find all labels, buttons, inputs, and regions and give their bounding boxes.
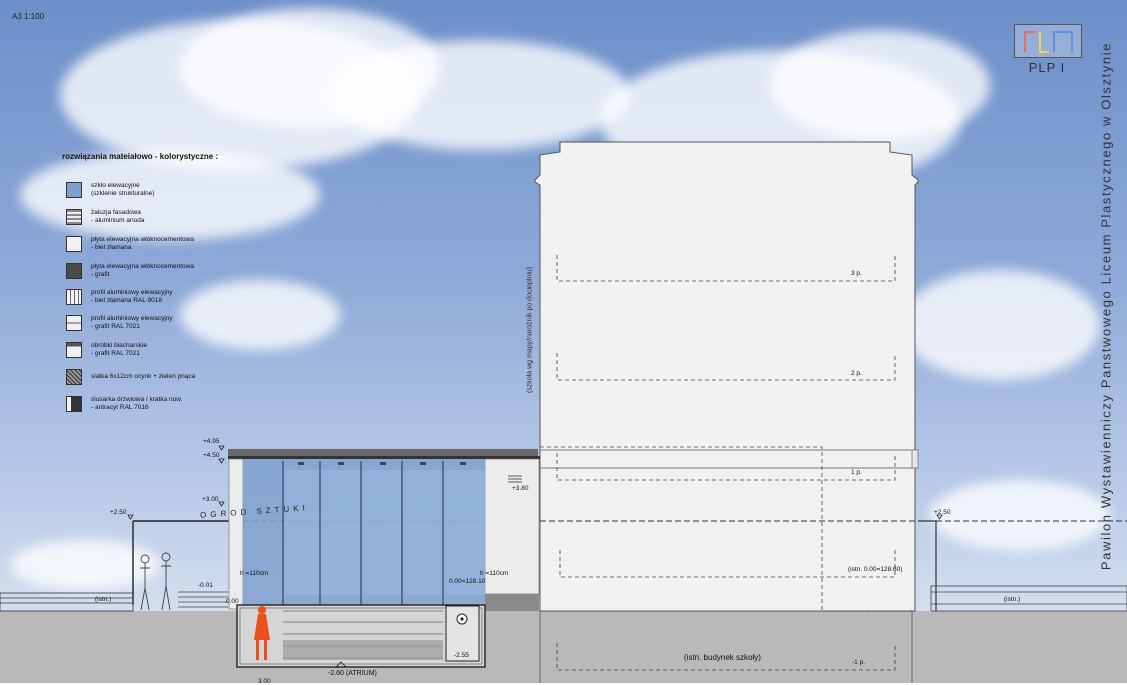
outdoor-steps [178,591,228,608]
pavilion-left-wall [228,458,244,610]
legend-item-label: profil aluminiowy elewacyjny - biel złam… [91,289,173,304]
project-title: Pawilon Wystawienniczy Panstwowego Liceu… [1098,41,1114,571]
logo-text: PLP I [1028,60,1066,75]
level-label: -2.55 [454,652,469,659]
level-label: -0.01 [198,582,213,589]
legend-item-label: obróbki blacharskie - grafit RAL 7021 [91,342,148,357]
legend-item: płyta elewacyjna włóknocementowa - grafi… [66,263,266,285]
white-panel-swatch-icon [66,236,82,252]
legend-item-label: ślusarka drzwiowa / kratka nuw. - antrac… [91,396,183,411]
level-label: (istn. 0.00=128.60) [848,566,903,573]
legend-item: profil aluminiowy elewacyjny - biel złam… [66,289,266,311]
people-silhouettes [140,552,171,611]
legend-item: obróbki blacharskie - grafit RAL 7021 [66,342,266,364]
pavilion-roof [228,449,538,456]
scale-label: A3 1:100 [12,12,45,21]
vertical-note: (szkoła wg mapy/narożnik po docieplniu) [526,266,534,394]
legend-item-label: szkło elewacyjne (szklenie strukturalne) [91,182,155,197]
existing-label: (istn.) [1004,596,1021,603]
existing-label: (istn.) [95,596,112,603]
height-label: h =110cm [240,570,269,577]
legend-item: profil aluminiowy elewacyjny - grafit RA… [66,315,266,337]
flashing-swatch-icon [66,342,82,358]
graphite-panel-swatch-icon [66,263,82,279]
height-label: h =110cm [480,570,509,577]
level-label: 0.00=128.10 [449,578,486,585]
floor-label: 3 p. [851,270,862,277]
level-label: 0.00 [226,598,239,605]
glass-swatch-icon [66,182,82,198]
level-label: 3.00 [258,678,271,685]
legend-item-label: żaluzja fasadowa - aluminium anoda [91,209,145,224]
legend-item-label: profil aluminiowy elewacyjny - grafit RA… [91,315,173,330]
level-label: +3.00 [202,496,219,503]
legend-item: ślusarka drzwiowa / kratka nuw. - antrac… [66,396,266,418]
logo-frame [1014,24,1082,58]
graphite-profile-swatch-icon [66,315,82,331]
legend-item-label: płyta elewacyjna włóknocementowa - grafi… [91,263,194,278]
louvre-swatch-icon [66,209,82,225]
legend-title: rozwiązania mateiałowo - kolorystyczne : [62,152,219,161]
legend-item-label: płyta elewacyjna włóknocementowa - biel … [91,236,194,251]
level-label: -2.60 (ATRIUM) [328,670,377,677]
white-profile-swatch-icon [66,289,82,305]
legend-item: płyta elewacyjna włóknocementowa - biel … [66,236,266,258]
level-label: +4.50 [203,452,220,459]
door-swatch-icon [66,396,82,412]
legend-item: szkło elewacyjne (szklenie strukturalne) [66,182,266,204]
legend-item-label: siatka 6x12cm ocynk + zieleń pnąca [91,373,196,380]
level-label: +4.95 [203,438,220,445]
floor-label: 2 p. [851,370,862,377]
legend-item: siatka 6x12cm ocynk + zieleń pnąca [66,369,266,391]
legend-item: żaluzja fasadowa - aluminium anoda [66,209,266,231]
mesh-swatch-icon [66,369,82,385]
floor-label: 1 p. [851,469,862,476]
level-label: +2.50 [934,509,951,516]
floor-label: -1 p. [852,659,866,666]
level-label: +3.80 [512,485,529,492]
level-label: +2.50 [110,509,127,516]
existing-school-label: (istn. budynek szkoły) [684,653,761,662]
atrium-planter [283,640,443,660]
